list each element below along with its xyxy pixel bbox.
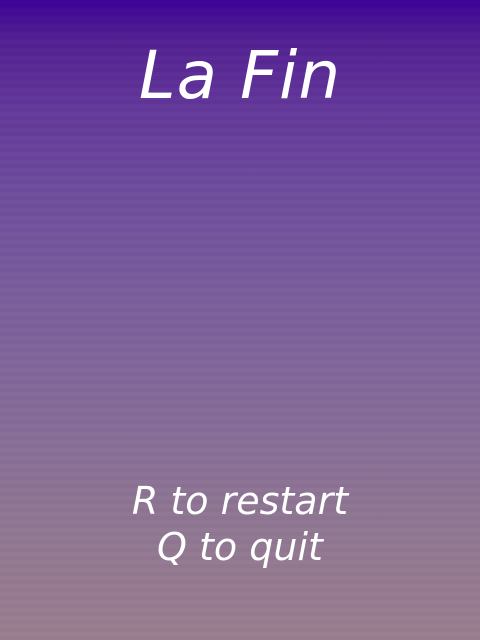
key-instructions: R to restart Q to quit bbox=[0, 478, 480, 570]
game-over-title: La Fin bbox=[138, 37, 342, 114]
game-over-screen: La Fin R to restart Q to quit bbox=[0, 0, 480, 640]
restart-instruction: R to restart bbox=[131, 479, 349, 523]
quit-instruction: Q to quit bbox=[157, 525, 323, 569]
